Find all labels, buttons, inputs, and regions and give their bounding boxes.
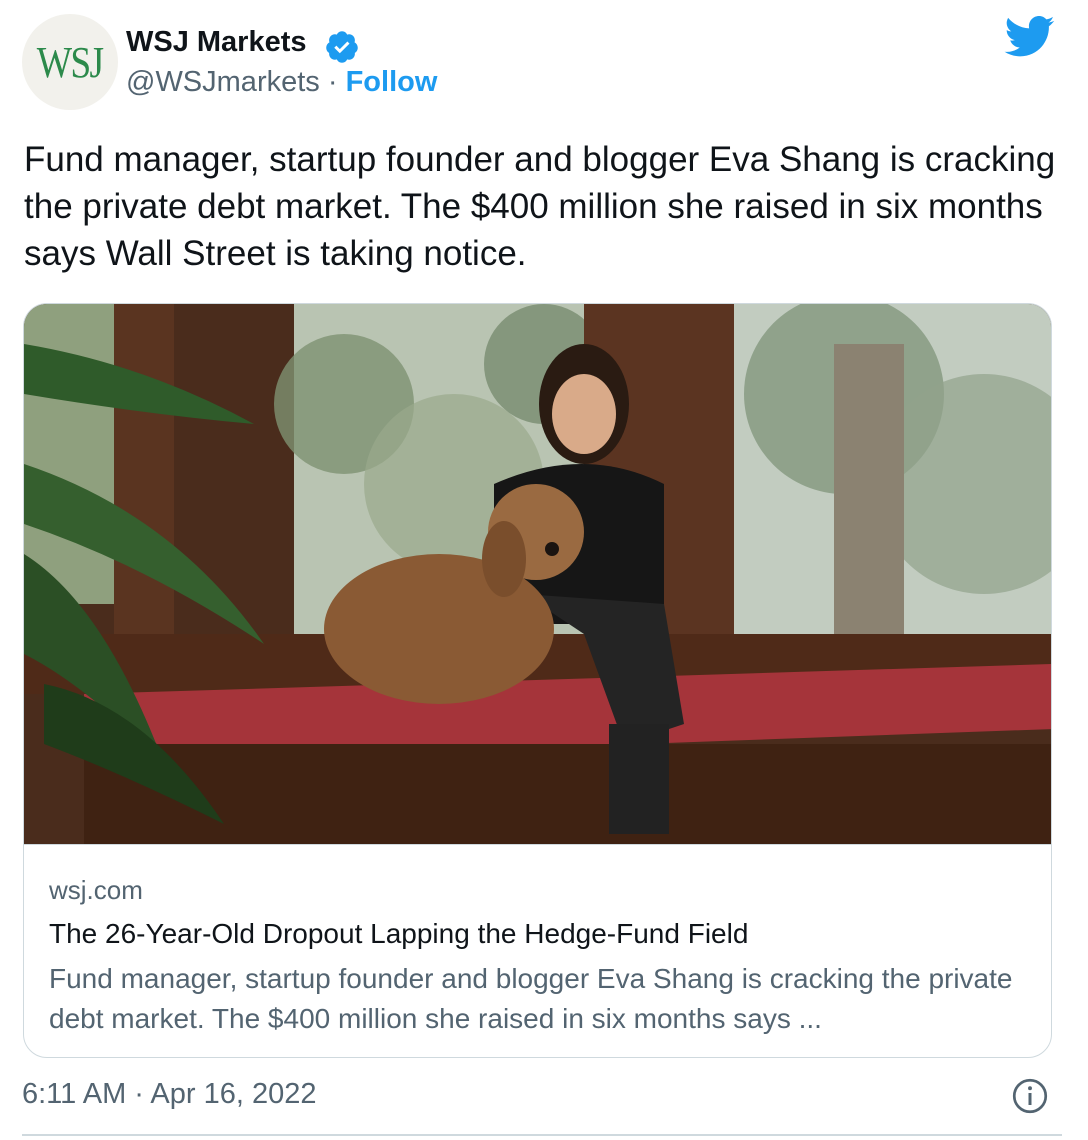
card-title[interactable]: The 26-Year-Old Dropout Lapping the Hedg…	[49, 918, 748, 950]
bottom-divider	[22, 1134, 1062, 1136]
avatar[interactable]: WSJ	[22, 14, 118, 110]
handle[interactable]: @WSJmarkets	[126, 66, 320, 98]
card-description: Fund manager, startup founder and blogge…	[49, 963, 1013, 1034]
tweet-timestamp[interactable]: 6:11 AM · Apr 16, 2022	[22, 1078, 317, 1111]
card-domain: wsj.com	[49, 875, 143, 905]
link-card[interactable]: wsj.com The 26-Year-Old Dropout Lapping …	[23, 303, 1052, 1058]
info-icon[interactable]	[1012, 1078, 1048, 1114]
card-body: wsj.com The 26-Year-Old Dropout Lapping …	[24, 844, 1051, 1057]
handle-row: @WSJmarkets · Follow	[126, 66, 437, 99]
follow-link[interactable]: Follow	[346, 66, 438, 98]
separator-dot: ·	[327, 66, 338, 98]
avatar-logo-text: WSJ	[37, 37, 104, 87]
twitter-bird-icon[interactable]	[1004, 16, 1056, 58]
display-name[interactable]: WSJ Markets	[126, 26, 307, 59]
verified-badge-icon	[326, 31, 358, 63]
article-photo	[24, 304, 1051, 844]
tweet-text: Fund manager, startup founder and blogge…	[24, 140, 1056, 273]
